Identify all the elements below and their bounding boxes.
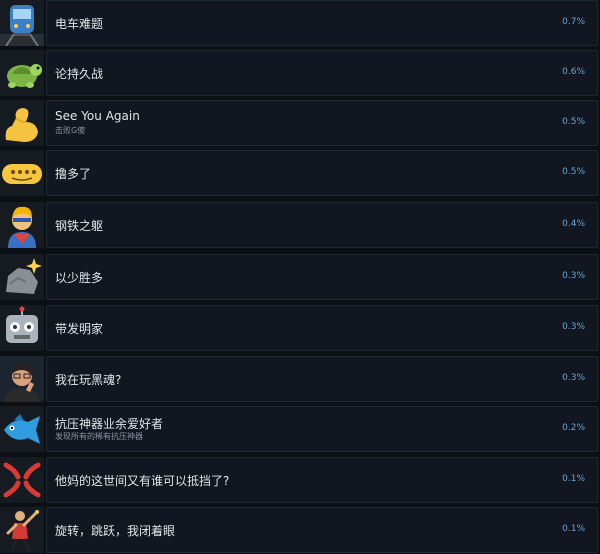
achievement-title: 电车难题 — [55, 17, 104, 31]
train-icon — [0, 0, 44, 46]
achievement-row[interactable]: 电车难题 0.7% — [0, 0, 600, 48]
unlock-percent: 0.2% — [562, 423, 585, 433]
achievement-title: 论持久战 — [55, 67, 104, 81]
achievement-panel: 他妈的这世间又有谁可以抵挡了? 0.1% — [46, 457, 598, 503]
thinking-man-icon — [0, 356, 44, 402]
fish-icon — [0, 406, 44, 452]
anger-symbol-icon — [0, 457, 44, 503]
achievement-row[interactable]: 我在玩黑魂? 0.3% — [0, 356, 600, 404]
achievement-title: See You Again — [55, 109, 140, 123]
achievement-title: 抗压神器业余爱好者 — [55, 417, 164, 431]
achievement-row[interactable]: 他妈的这世间又有谁可以抵挡了? 0.1% — [0, 457, 600, 505]
achievement-row[interactable]: 旋转，跳跃，我闭着眼 0.1% — [0, 507, 600, 554]
achievement-row[interactable]: 以少胜多 0.3% — [0, 254, 600, 302]
achievement-panel: 抗压神器业余爱好者 发现所有的稀有抗压神器 0.2% — [46, 406, 598, 452]
achievement-row[interactable]: 带发明家 0.3% — [0, 305, 600, 353]
turtle-icon — [0, 50, 44, 96]
achievement-title: 钢铁之躯 — [55, 219, 104, 233]
achievement-panel: 撸多了 0.5% — [46, 150, 598, 196]
achievement-panel: 论持久战 0.6% — [46, 50, 598, 96]
unlock-percent: 0.1% — [562, 524, 585, 534]
sausage-face-icon — [0, 150, 44, 196]
achievement-title: 他妈的这世间又有谁可以抵挡了? — [55, 474, 230, 488]
achievement-row[interactable]: 论持久战 0.6% — [0, 50, 600, 98]
robot-icon — [0, 305, 44, 351]
unlock-percent: 0.1% — [562, 474, 585, 484]
rock-sparkle-icon — [0, 254, 44, 300]
unlock-percent: 0.5% — [562, 117, 585, 127]
unlock-percent: 0.6% — [562, 67, 585, 77]
achievement-panel: 带发明家 0.3% — [46, 305, 598, 351]
unlock-percent: 0.3% — [562, 322, 585, 332]
achievement-panel: 电车难题 0.7% — [46, 0, 598, 46]
unlock-percent: 0.3% — [562, 373, 585, 383]
unlock-percent: 0.3% — [562, 271, 585, 281]
flexed-bicep-icon — [0, 100, 44, 146]
achievement-list: 电车难题 0.7% 论持久战 0.6% See You Again 击败G傻 0… — [0, 0, 600, 554]
achievement-row[interactable]: 抗压神器业余爱好者 发现所有的稀有抗压神器 0.2% — [0, 406, 600, 454]
achievement-title: 旋转，跳跃，我闭着眼 — [55, 524, 176, 538]
achievement-title: 撸多了 — [55, 167, 92, 181]
achievement-row[interactable]: See You Again 击败G傻 0.5% — [0, 100, 600, 148]
unlock-percent: 0.7% — [562, 17, 585, 27]
achievement-panel: 以少胜多 0.3% — [46, 254, 598, 300]
dancer-icon — [0, 507, 44, 553]
unlock-percent: 0.5% — [562, 167, 585, 177]
achievement-panel: 我在玩黑魂? 0.3% — [46, 356, 598, 402]
achievement-title: 带发明家 — [55, 322, 104, 336]
superhero-icon — [0, 202, 44, 248]
achievement-title: 我在玩黑魂? — [55, 373, 122, 387]
achievement-panel: See You Again 击败G傻 0.5% — [46, 100, 598, 146]
achievement-row[interactable]: 钢铁之躯 0.4% — [0, 202, 600, 250]
achievement-panel: 旋转，跳跃，我闭着眼 0.1% — [46, 507, 598, 553]
achievement-panel: 钢铁之躯 0.4% — [46, 202, 598, 248]
achievement-description: 击败G傻 — [55, 126, 86, 135]
unlock-percent: 0.4% — [562, 219, 585, 229]
achievement-title: 以少胜多 — [55, 271, 104, 285]
achievement-description: 发现所有的稀有抗压神器 — [55, 432, 143, 441]
achievement-row[interactable]: 撸多了 0.5% — [0, 150, 600, 198]
